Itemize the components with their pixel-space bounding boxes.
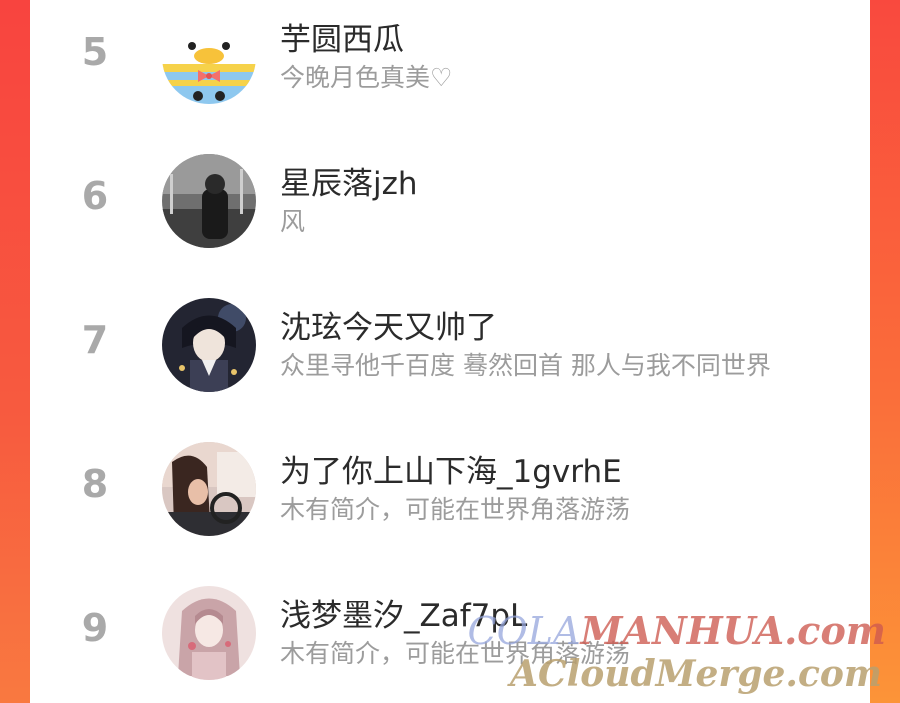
right-background-strip: [870, 0, 900, 703]
rank-number: 7: [81, 318, 109, 362]
rank-number: 9: [81, 606, 109, 650]
duck-avatar-icon[interactable]: [162, 10, 256, 104]
user-name[interactable]: 星辰落jzh: [280, 158, 418, 203]
rank-number: 5: [81, 30, 109, 74]
ranking-row-5[interactable]: 5 芋圆西瓜 今晚月色真美♡: [30, 0, 870, 144]
user-bio: 今晚月色真美♡: [280, 63, 453, 92]
dark-street-avatar-icon[interactable]: [162, 154, 256, 248]
anime-boy-avatar-icon[interactable]: [162, 298, 256, 392]
user-name[interactable]: 为了你上山下海_1gvrhE: [280, 446, 622, 491]
pink-girl-avatar-icon[interactable]: [162, 586, 256, 680]
watermark-main: MANHUA.com: [580, 608, 886, 653]
rank-number: 6: [81, 174, 109, 218]
ranking-row-6[interactable]: 6 星辰落jzh 风: [30, 144, 870, 288]
car-girl-avatar-icon[interactable]: [162, 442, 256, 536]
user-name[interactable]: 沈玹今天又帅了: [280, 302, 497, 347]
watermark-colamanhua: COLAMANHUA.com: [468, 608, 886, 653]
user-name[interactable]: 芋圆西瓜: [280, 14, 404, 59]
watermark-prefix: COLA: [467, 609, 581, 653]
ranking-row-8[interactable]: 8 为了你上山下海_1gvrhE 木有简介，可能在世界角落游荡: [30, 432, 870, 576]
left-background-strip: [0, 0, 30, 703]
user-bio: 木有简介，可能在世界角落游荡: [280, 495, 631, 524]
ranking-list-panel: 5 芋圆西瓜 今晚月色真美♡ 6 星辰落jzh 风 7 沈玹今天又帅了 众里寻他…: [30, 0, 870, 703]
rank-number: 8: [81, 462, 109, 506]
user-bio: 众里寻他千百度 蓦然回首 那人与我不同世界: [280, 351, 771, 380]
watermark-acloudmerge: ACloudMerge.com: [510, 653, 882, 695]
ranking-row-7[interactable]: 7 沈玹今天又帅了 众里寻他千百度 蓦然回首 那人与我不同世界: [30, 288, 870, 432]
user-bio: 风: [280, 207, 306, 236]
